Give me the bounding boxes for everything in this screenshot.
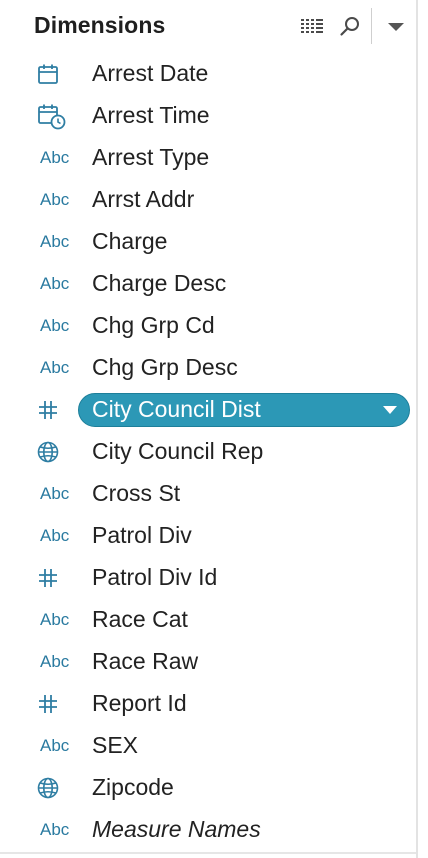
list-view-icon[interactable] <box>299 14 325 40</box>
abc-icon: Abc <box>36 650 76 674</box>
field-item[interactable]: Arrest Time <box>0 95 416 137</box>
field-item[interactable]: City Council Rep <box>0 431 416 473</box>
caret-down-icon[interactable] <box>383 14 409 40</box>
field-menu-caret-icon[interactable] <box>383 406 397 414</box>
hash-icon <box>36 398 76 422</box>
field-label: Measure Names <box>92 816 261 842</box>
field-label: Patrol Div Id <box>92 564 218 590</box>
abc-icon: Abc <box>36 230 76 254</box>
field-item[interactable]: Abc Chg Grp Desc <box>0 347 416 389</box>
abc-icon: Abc <box>36 272 76 296</box>
field-label: Arrest Time <box>92 102 210 128</box>
panel-bottom-divider <box>0 852 416 854</box>
field-item[interactable]: Patrol Div Id <box>0 557 416 599</box>
field-item[interactable]: Report Id <box>0 683 416 725</box>
field-label: Chg Grp Desc <box>92 354 238 380</box>
field-label: Zipcode <box>92 774 174 800</box>
abc-label: Abc <box>40 190 70 209</box>
abc-label: Abc <box>40 736 70 755</box>
field-item[interactable]: Abc SEX <box>0 725 416 767</box>
field-item[interactable]: Abc Cross St <box>0 473 416 515</box>
abc-label: Abc <box>40 526 70 545</box>
abc-label: Abc <box>40 610 70 629</box>
abc-label: Abc <box>40 484 70 503</box>
field-item[interactable]: Abc Chg Grp Cd <box>0 305 416 347</box>
abc-label: Abc <box>40 148 70 167</box>
globe-icon <box>36 776 76 800</box>
panel-gutter <box>418 0 428 858</box>
abc-label: Abc <box>40 652 70 671</box>
abc-label: Abc <box>40 820 70 839</box>
field-item[interactable]: Abc Patrol Div <box>0 515 416 557</box>
field-item[interactable]: Zipcode <box>0 767 416 809</box>
header-divider <box>371 8 372 44</box>
calendar-icon <box>36 62 76 86</box>
field-label: Charge Desc <box>92 270 227 296</box>
abc-label: Abc <box>40 358 70 377</box>
field-label: Arrst Addr <box>92 186 195 212</box>
field-label: SEX <box>92 732 139 758</box>
abc-icon: Abc <box>36 734 76 758</box>
abc-icon: Abc <box>36 314 76 338</box>
field-label: Arrest Type <box>92 144 210 170</box>
selected-field-pill[interactable]: City Council Dist <box>78 393 410 427</box>
calendar-clock-icon <box>36 104 76 130</box>
abc-icon: Abc <box>36 188 76 212</box>
abc-icon: Abc <box>36 482 76 506</box>
field-label: City Council Dist <box>92 396 261 422</box>
dimensions-panel: Dimensions Arrest Date Arrest Time Abc A… <box>0 0 416 858</box>
dimensions-header: Dimensions <box>0 0 416 54</box>
field-item[interactable]: Arrest Date <box>0 53 416 95</box>
field-label: Race Cat <box>92 606 188 632</box>
abc-icon: Abc <box>36 818 76 842</box>
field-item[interactable]: Abc Charge <box>0 221 416 263</box>
globe-icon <box>36 440 76 464</box>
field-item[interactable]: Abc Arrest Type <box>0 137 416 179</box>
abc-label: Abc <box>40 274 70 293</box>
panel-title: Dimensions <box>34 12 166 38</box>
field-item[interactable]: Abc Measure Names <box>0 809 416 851</box>
field-label: Patrol Div <box>92 522 192 548</box>
field-list: Arrest Date Arrest Time Abc Arrest Type Abc A… <box>0 53 416 851</box>
abc-icon: Abc <box>36 146 76 170</box>
field-label: Report Id <box>92 690 187 716</box>
field-item-selected[interactable]: City Council Dist <box>0 389 416 431</box>
field-item[interactable]: Abc Arrst Addr <box>0 179 416 221</box>
hash-icon <box>36 692 76 716</box>
field-item[interactable]: Abc Race Raw <box>0 641 416 683</box>
abc-label: Abc <box>40 316 70 335</box>
field-item[interactable]: Abc Race Cat <box>0 599 416 641</box>
abc-icon: Abc <box>36 524 76 548</box>
abc-label: Abc <box>40 232 70 251</box>
abc-icon: Abc <box>36 608 76 632</box>
field-label: Race Raw <box>92 648 199 674</box>
field-label: Arrest Date <box>92 60 209 86</box>
hash-icon <box>36 566 76 590</box>
field-label: City Council Rep <box>92 438 264 464</box>
search-icon[interactable] <box>337 14 363 40</box>
abc-icon: Abc <box>36 356 76 380</box>
field-item[interactable]: Abc Charge Desc <box>0 263 416 305</box>
field-label: Chg Grp Cd <box>92 312 215 338</box>
field-label: Charge <box>92 228 168 254</box>
field-label: Cross St <box>92 480 181 506</box>
